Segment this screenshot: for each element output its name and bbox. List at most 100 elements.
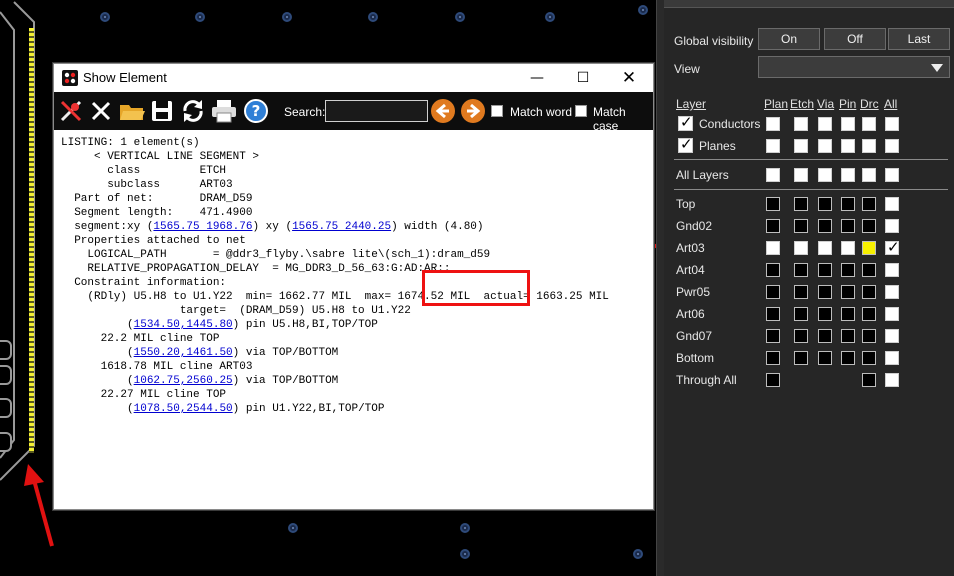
visibility-checkbox[interactable] — [766, 197, 780, 211]
visibility-checkbox[interactable] — [841, 117, 855, 131]
visibility-checkbox[interactable] — [885, 285, 899, 299]
visibility-checkbox[interactable] — [862, 263, 876, 277]
visibility-checkbox[interactable] — [841, 139, 855, 153]
coordinate-link[interactable]: 1534.50,1445.80 — [134, 319, 233, 331]
column-drc[interactable]: Drc — [860, 97, 879, 111]
visibility-checkbox[interactable] — [862, 329, 876, 343]
visibility-checkbox[interactable] — [794, 117, 808, 131]
visibility-checkbox[interactable] — [818, 168, 832, 182]
visibility-checkbox[interactable] — [885, 238, 900, 256]
coordinate-link[interactable]: 1565.75 1968.76 — [153, 221, 252, 233]
view-select[interactable] — [758, 56, 950, 78]
visibility-checkbox[interactable] — [841, 351, 855, 365]
visibility-checkbox[interactable] — [841, 168, 855, 182]
visibility-off-button[interactable]: Off — [824, 28, 886, 50]
match-case-checkbox[interactable] — [575, 105, 587, 117]
visibility-checkbox[interactable] — [885, 329, 899, 343]
visibility-checkbox[interactable] — [818, 197, 832, 211]
visibility-checkbox[interactable] — [885, 139, 899, 153]
coordinate-link[interactable]: 1565.75 2440.25 — [292, 221, 391, 233]
visibility-checkbox[interactable] — [885, 168, 899, 182]
search-previous-button[interactable] — [431, 99, 455, 123]
visibility-checkbox[interactable] — [885, 117, 899, 131]
visibility-checkbox[interactable] — [862, 168, 876, 182]
visibility-checkbox[interactable] — [818, 263, 832, 277]
element-listing[interactable]: LISTING: 1 element(s) < VERTICAL LINE SE… — [61, 136, 651, 506]
visibility-checkbox[interactable] — [885, 373, 899, 387]
visibility-checkbox[interactable] — [885, 351, 899, 365]
visibility-checkbox[interactable] — [841, 241, 855, 255]
visibility-checkbox[interactable] — [841, 285, 855, 299]
visibility-checkbox[interactable] — [818, 219, 832, 233]
print-icon[interactable] — [210, 97, 238, 125]
visibility-on-button[interactable]: On — [758, 28, 820, 50]
visibility-checkbox[interactable] — [794, 263, 808, 277]
coordinate-link[interactable]: 1550.20,1461.50 — [134, 347, 233, 359]
visibility-checkbox[interactable] — [766, 219, 780, 233]
visibility-checkbox[interactable] — [862, 351, 876, 365]
refresh-icon[interactable] — [179, 97, 207, 125]
visibility-checkbox[interactable] — [862, 285, 876, 299]
visibility-checkbox[interactable] — [766, 168, 780, 182]
column-plan[interactable]: Plan — [764, 97, 788, 111]
visibility-checkbox[interactable] — [766, 285, 780, 299]
visibility-checkbox[interactable] — [841, 329, 855, 343]
visibility-checkbox[interactable] — [794, 307, 808, 321]
visibility-checkbox[interactable] — [818, 139, 832, 153]
match-word-checkbox[interactable] — [491, 105, 503, 117]
save-icon[interactable] — [148, 97, 176, 125]
visibility-checkbox[interactable] — [766, 139, 780, 153]
visibility-checkbox[interactable] — [885, 197, 899, 211]
column-via[interactable]: Via — [817, 97, 834, 111]
visibility-checkbox[interactable] — [818, 351, 832, 365]
pin-icon[interactable] — [57, 97, 85, 125]
visibility-checkbox[interactable] — [862, 307, 876, 321]
column-all[interactable]: All — [884, 97, 897, 111]
coordinate-link[interactable]: 1078.50,2544.50 — [134, 403, 233, 415]
visibility-checkbox[interactable] — [885, 307, 899, 321]
column-etch[interactable]: Etch — [790, 97, 814, 111]
visibility-checkbox[interactable] — [766, 351, 780, 365]
visibility-checkbox[interactable] — [794, 168, 808, 182]
visibility-checkbox[interactable] — [794, 197, 808, 211]
visibility-checkbox[interactable] — [818, 241, 832, 255]
visibility-checkbox[interactable] — [862, 197, 876, 211]
coordinate-link[interactable]: 1062.75,2560.25 — [134, 375, 233, 387]
visibility-checkbox[interactable] — [794, 241, 808, 255]
visibility-checkbox[interactable] — [862, 117, 876, 131]
visibility-checkbox[interactable] — [841, 197, 855, 211]
search-input[interactable] — [325, 100, 428, 122]
layer-group-checkbox[interactable] — [678, 113, 693, 131]
close-button[interactable]: ✕ — [618, 68, 640, 88]
panel-splitter[interactable] — [656, 0, 664, 576]
visibility-checkbox[interactable] — [766, 241, 780, 255]
visibility-checkbox[interactable] — [766, 307, 780, 321]
visibility-checkbox[interactable] — [841, 219, 855, 233]
visibility-checkbox[interactable] — [841, 307, 855, 321]
visibility-checkbox[interactable] — [841, 263, 855, 277]
visibility-checkbox[interactable] — [766, 117, 780, 131]
visibility-checkbox[interactable] — [862, 241, 876, 255]
visibility-last-button[interactable]: Last — [888, 28, 950, 50]
minimize-button[interactable]: — — [526, 68, 548, 88]
column-pin[interactable]: Pin — [839, 97, 856, 111]
visibility-checkbox[interactable] — [885, 219, 899, 233]
visibility-checkbox[interactable] — [766, 263, 780, 277]
visibility-checkbox[interactable] — [766, 329, 780, 343]
visibility-checkbox[interactable] — [818, 117, 832, 131]
visibility-checkbox[interactable] — [862, 139, 876, 153]
visibility-checkbox[interactable] — [794, 329, 808, 343]
visibility-checkbox[interactable] — [862, 219, 876, 233]
maximize-button[interactable]: ☐ — [572, 68, 594, 88]
search-next-button[interactable] — [461, 99, 485, 123]
close-icon[interactable] — [87, 97, 115, 125]
visibility-checkbox[interactable] — [862, 373, 876, 387]
layer-group-checkbox[interactable] — [678, 135, 693, 153]
highlighted-trace[interactable] — [29, 28, 34, 453]
visibility-checkbox[interactable] — [885, 263, 899, 277]
visibility-checkbox[interactable] — [794, 285, 808, 299]
visibility-checkbox[interactable] — [794, 219, 808, 233]
folder-open-icon[interactable] — [118, 97, 146, 125]
visibility-checkbox[interactable] — [766, 373, 780, 387]
visibility-checkbox[interactable] — [818, 285, 832, 299]
